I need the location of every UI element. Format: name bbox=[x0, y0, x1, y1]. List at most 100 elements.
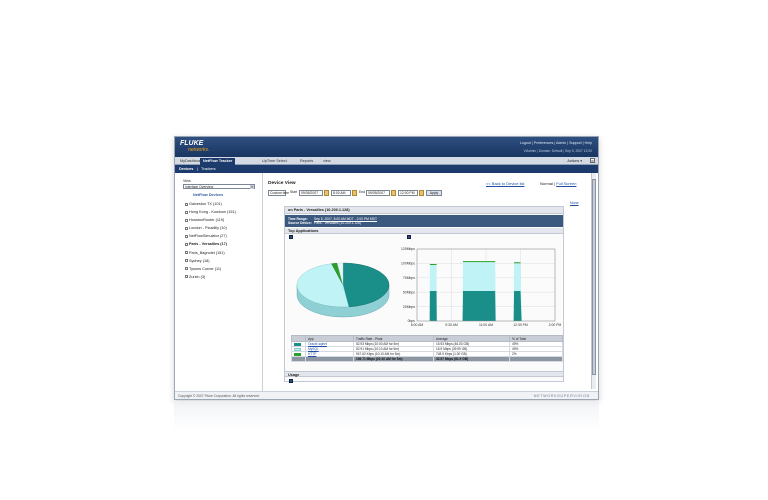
vertical-scrollbar[interactable] bbox=[591, 173, 596, 389]
start-label: Start bbox=[290, 190, 298, 194]
logo-sub: networks. bbox=[188, 147, 210, 153]
tree-item[interactable]: Galveston TX (101) bbox=[185, 200, 261, 208]
x-tick-label: 2:00 PM bbox=[549, 323, 561, 327]
end-label: End bbox=[359, 190, 366, 194]
expand-icon[interactable] bbox=[185, 275, 188, 279]
range-select[interactable]: Custom time bbox=[268, 190, 289, 196]
logo-main: FLUKE bbox=[180, 140, 204, 147]
sidebar: View Interface Overview ▾ NetFlow Device… bbox=[175, 173, 263, 391]
actions-label: Actions bbox=[567, 159, 580, 163]
expand-icon[interactable] bbox=[185, 259, 188, 263]
view-mode-separator: | bbox=[554, 181, 556, 186]
normal-link[interactable]: Normal bbox=[540, 181, 553, 186]
tab-uptime-select[interactable]: UpTime Select bbox=[259, 158, 290, 165]
expand-icon[interactable] bbox=[185, 218, 188, 222]
clock-icon[interactable] bbox=[419, 190, 424, 196]
chevron-down-icon: ▾ bbox=[580, 159, 582, 163]
x-tick-label: 8:00 AM bbox=[411, 323, 424, 327]
top-applications-table: App Traffic Rate - Peak Average % of Tot… bbox=[291, 335, 563, 362]
product-logo: NETWORKSUPERVISION bbox=[533, 394, 590, 398]
top-applications-title: Top Applications bbox=[285, 228, 563, 234]
tree-item[interactable]: London - Picadilly (10) bbox=[185, 224, 261, 232]
gear-icon[interactable]: ⚙ bbox=[590, 158, 595, 163]
usage-title: Usage bbox=[285, 371, 563, 377]
main-tabs: MyDashboard NetFlow Tracker UpTime Selec… bbox=[175, 157, 598, 165]
end-time-input[interactable]: 12:00 PM bbox=[398, 190, 418, 196]
y-tick-label: 75Mbps bbox=[403, 276, 415, 280]
apply-button[interactable]: Apply bbox=[426, 190, 442, 196]
device-tree: Galveston TX (101) Hong Kong - Kowloon (… bbox=[185, 200, 261, 281]
tab-view[interactable]: view bbox=[320, 158, 334, 165]
tree-item[interactable]: Paris_Bagnolet (151) bbox=[185, 249, 261, 257]
start-date-input[interactable]: 09/05/2007 bbox=[299, 190, 323, 196]
expand-icon[interactable] bbox=[185, 210, 188, 214]
calendar-icon[interactable] bbox=[324, 190, 329, 196]
tab-netflow-tracker[interactable]: NetFlow Tracker bbox=[200, 158, 236, 165]
source-device-label: Source Device: bbox=[288, 221, 312, 225]
tree-item[interactable]: Zurich (3) bbox=[185, 273, 261, 281]
tree-item[interactable]: Sydney (18) bbox=[185, 257, 261, 265]
source-device-value: Paris - Versailles (10.200.1.128) bbox=[314, 221, 361, 225]
tree-item[interactable]: HoustonRouter (119) bbox=[185, 216, 261, 224]
x-tick-label: 9:30 AM bbox=[445, 323, 458, 327]
expand-icon[interactable] bbox=[185, 202, 188, 206]
expand-icon[interactable] bbox=[185, 234, 188, 238]
app-link[interactable]: HTTP bbox=[308, 352, 316, 356]
usage-chart-icon[interactable] bbox=[289, 379, 293, 383]
calendar-icon[interactable] bbox=[391, 190, 396, 196]
sub-tabs: Devices | Trackers bbox=[175, 165, 598, 173]
subtab-separator: | bbox=[197, 167, 198, 171]
pie-chart-icon[interactable] bbox=[289, 235, 293, 239]
none-link[interactable]: None bbox=[570, 201, 579, 205]
time-range-info: Time Range: Sep 5, 2007, 8:00 AM MDT - 2:… bbox=[285, 215, 563, 227]
view-label: View bbox=[183, 179, 191, 183]
subtab-trackers[interactable]: Trackers bbox=[201, 165, 216, 173]
table-total-row: 106.71 Mbps (10:10 AM for 5m) 32.57 Mbps… bbox=[291, 356, 563, 362]
mysql-swatch bbox=[294, 347, 301, 351]
oracle-swatch bbox=[294, 342, 301, 346]
total-average: 32.57 Mbps (81.9 GB) bbox=[433, 356, 510, 362]
traffic-area-chart: 125Mbps100Mbps75Mbps50Mbps25Mbps0bps8:00… bbox=[401, 247, 561, 327]
device-panel: on Paris - Versailles (10.200.1.128) Tim… bbox=[284, 206, 564, 383]
pie-chart bbox=[296, 262, 390, 318]
chevron-down-icon: ▾ bbox=[250, 185, 254, 189]
copyright: Copyright © 2007 Fluke Corporation. All … bbox=[178, 394, 260, 398]
tree-item[interactable]: Tysons Corner (11) bbox=[185, 265, 261, 273]
app-link[interactable]: MySQL bbox=[308, 347, 319, 351]
y-tick-label: 25Mbps bbox=[403, 305, 415, 309]
view-select[interactable]: Interface Overview ▾ bbox=[183, 184, 255, 189]
view-select-value: Interface Overview bbox=[185, 185, 214, 189]
footer: Copyright © 2007 Fluke Corporation. All … bbox=[175, 391, 598, 399]
y-tick-label: 50Mbps bbox=[403, 290, 415, 294]
actions-menu[interactable]: Actions ▾ bbox=[567, 158, 582, 165]
full-screen-link[interactable]: Full Screen bbox=[556, 181, 576, 186]
user-info: VIAdmin | Domain: Default | Sep 5, 2007 … bbox=[523, 149, 592, 153]
expand-icon[interactable] bbox=[185, 226, 188, 230]
expand-icon[interactable] bbox=[185, 267, 188, 271]
top-header: FLUKE networks. Logout | Preferences | A… bbox=[175, 137, 598, 157]
back-to-device-list-link[interactable]: << Back to Device list bbox=[486, 181, 524, 186]
area-chart-icon[interactable] bbox=[407, 235, 411, 239]
y-tick-label: 100Mbps bbox=[401, 262, 415, 266]
clock-icon[interactable] bbox=[352, 190, 357, 196]
tree-item[interactable]: NetFlowSimulator (27) bbox=[185, 232, 261, 240]
scrollbar-thumb[interactable] bbox=[592, 179, 596, 375]
total-peak: 106.71 Mbps (10:10 AM for 5m) bbox=[353, 356, 434, 362]
reflection bbox=[174, 401, 599, 431]
subtab-devices[interactable]: Devices bbox=[179, 165, 193, 173]
area-series-oracle-sqlnet[interactable] bbox=[417, 291, 555, 321]
tree-item[interactable]: Hong Kong - Kowloon (151) bbox=[185, 208, 261, 216]
tree-item-selected[interactable]: Paris - Versailles (17) bbox=[185, 240, 261, 248]
page-title: Device View bbox=[268, 181, 296, 186]
header-links[interactable]: Logout | Preferences | Admin | Support |… bbox=[520, 141, 592, 145]
panel-title: on Paris - Versailles (10.200.1.128) bbox=[285, 207, 563, 214]
end-date-input[interactable]: 09/05/2007 bbox=[366, 190, 390, 196]
x-tick-label: 11:00 AM bbox=[479, 323, 493, 327]
expand-icon[interactable] bbox=[185, 251, 188, 255]
netflow-devices-heading: NetFlow Devices bbox=[193, 193, 224, 197]
tab-reports[interactable]: Reports bbox=[297, 158, 316, 165]
app-link[interactable]: Oracle-sqlnet bbox=[308, 342, 327, 346]
y-tick-label: 125Mbps bbox=[401, 247, 415, 251]
start-time-input[interactable]: 8:00 AM bbox=[331, 190, 351, 196]
expand-icon[interactable] bbox=[185, 242, 188, 246]
